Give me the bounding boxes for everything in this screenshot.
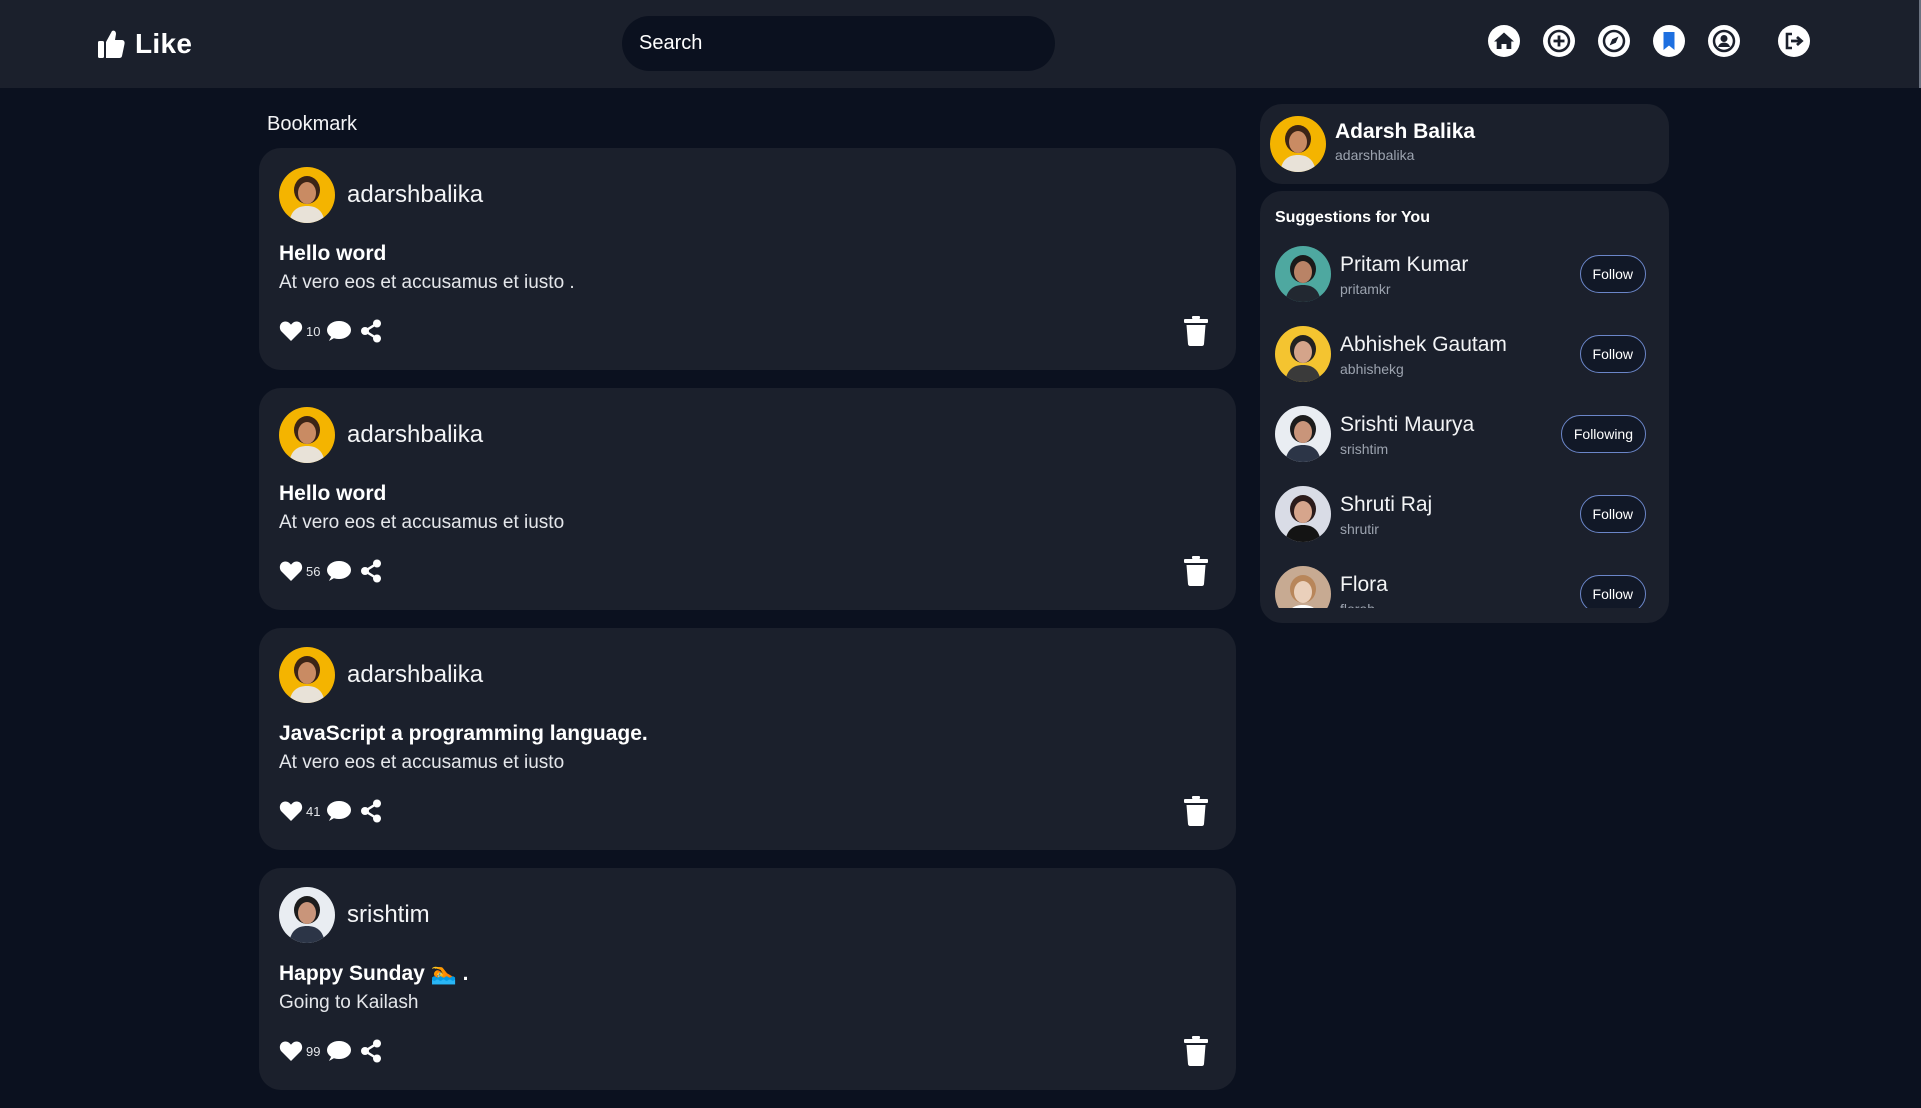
page-title: Bookmark (267, 113, 358, 135)
suggestion-item: Shruti Raj shrutir Follow (1260, 481, 1669, 561)
avatar[interactable] (1275, 246, 1331, 302)
suggestion-handle: florah (1340, 601, 1375, 608)
avatar[interactable] (279, 887, 335, 943)
suggestion-item: Pritam Kumar pritamkr Follow (1260, 241, 1669, 321)
avatar (1270, 116, 1326, 172)
follow-button[interactable]: Follow (1579, 575, 1646, 608)
follow-button[interactable]: Follow (1579, 495, 1646, 533)
share-icon[interactable] (360, 799, 382, 823)
post-actions: 56 (279, 558, 382, 584)
bookmark-icon[interactable] (1652, 24, 1686, 58)
current-user-name: Adarsh Balika (1335, 120, 1476, 143)
post-card: srishtim Happy Sunday 🏊 . Going to Kaila… (259, 868, 1236, 1090)
suggestion-name[interactable]: Shruti Raj (1340, 493, 1432, 517)
avatar[interactable] (1275, 406, 1331, 462)
trash-icon[interactable] (1183, 1036, 1209, 1066)
follow-button[interactable]: Follow (1579, 255, 1646, 293)
trash-icon[interactable] (1183, 796, 1209, 826)
post-title: Happy Sunday 🏊 . (279, 962, 469, 985)
heart-icon[interactable] (279, 1040, 303, 1062)
post-title: Hello word (279, 482, 387, 505)
avatar[interactable] (279, 167, 335, 223)
like-count: 41 (306, 803, 321, 819)
suggestions-heading: Suggestions for You (1275, 209, 1430, 226)
post-actions: 41 (279, 798, 382, 824)
top-navbar: Like (0, 0, 1921, 88)
suggestion-handle: pritamkr (1340, 281, 1391, 297)
suggestion-handle: srishtim (1340, 441, 1389, 457)
following-button[interactable]: Following (1560, 415, 1646, 453)
home-icon[interactable] (1487, 24, 1521, 58)
comment-icon[interactable] (326, 800, 352, 822)
post-actions: 10 (279, 318, 382, 344)
share-icon[interactable] (360, 1039, 382, 1063)
trash-icon[interactable] (1183, 316, 1209, 346)
suggestion-name[interactable]: Srishti Maurya (1340, 413, 1474, 437)
follow-button[interactable]: Follow (1579, 335, 1646, 373)
like-count: 10 (306, 323, 321, 339)
suggestion-name[interactable]: Abhishek Gautam (1340, 333, 1507, 357)
post-body: Going to Kailash (279, 992, 419, 1013)
post-actions: 99 (279, 1038, 382, 1064)
suggestion-name[interactable]: Pritam Kumar (1340, 253, 1468, 277)
post-username[interactable]: adarshbalika (347, 181, 483, 209)
post-card: adarshbalika Hello word At vero eos et a… (259, 388, 1236, 610)
like-count: 99 (306, 1043, 321, 1059)
suggestion-item: Srishti Maurya srishtim Following (1260, 401, 1669, 481)
share-icon[interactable] (360, 319, 382, 343)
heart-icon[interactable] (279, 320, 303, 342)
comment-icon[interactable] (326, 1040, 352, 1062)
avatar[interactable] (279, 647, 335, 703)
heart-icon[interactable] (279, 560, 303, 582)
heart-icon[interactable] (279, 800, 303, 822)
suggestion-name[interactable]: Flora (1340, 573, 1388, 597)
suggestion-handle: shrutir (1340, 521, 1379, 537)
suggestion-handle: abhishekg (1340, 361, 1404, 377)
suggestions-panel: Suggestions for You Pritam Kumar pritamk… (1260, 191, 1669, 623)
avatar[interactable] (1275, 486, 1331, 542)
suggestion-item: Abhishek Gautam abhishekg Follow (1260, 321, 1669, 401)
logout-icon[interactable] (1777, 24, 1811, 58)
post-username[interactable]: srishtim (347, 901, 430, 929)
post-title: JavaScript a programming language. (279, 722, 648, 745)
avatar[interactable] (1275, 566, 1331, 608)
bookmark-feed: adarshbalika Hello word At vero eos et a… (259, 148, 1236, 1108)
add-post-icon[interactable] (1542, 24, 1576, 58)
post-card: adarshbalika JavaScript a programming la… (259, 628, 1236, 850)
post-username[interactable]: adarshbalika (347, 421, 483, 449)
nav-icons (0, 24, 1921, 58)
current-user-handle: adarshbalika (1335, 147, 1415, 163)
current-user-card[interactable]: Adarsh Balika adarshbalika (1260, 104, 1669, 184)
post-username[interactable]: adarshbalika (347, 661, 483, 689)
profile-icon[interactable] (1707, 24, 1741, 58)
avatar[interactable] (1275, 326, 1331, 382)
like-count: 56 (306, 563, 321, 579)
share-icon[interactable] (360, 559, 382, 583)
comment-icon[interactable] (326, 320, 352, 342)
post-card: adarshbalika Hello word At vero eos et a… (259, 148, 1236, 370)
trash-icon[interactable] (1183, 556, 1209, 586)
post-title: Hello word (279, 242, 387, 265)
explore-icon[interactable] (1597, 24, 1631, 58)
suggestions-list[interactable]: Pritam Kumar pritamkr Follow Abhishek Ga… (1260, 241, 1669, 608)
avatar[interactable] (279, 407, 335, 463)
suggestion-item: Flora florah Follow (1260, 561, 1669, 608)
post-body: At vero eos et accusamus et iusto (279, 752, 565, 773)
comment-icon[interactable] (326, 560, 352, 582)
post-body: At vero eos et accusamus et iusto . (279, 272, 575, 293)
post-body: At vero eos et accusamus et iusto (279, 512, 565, 533)
